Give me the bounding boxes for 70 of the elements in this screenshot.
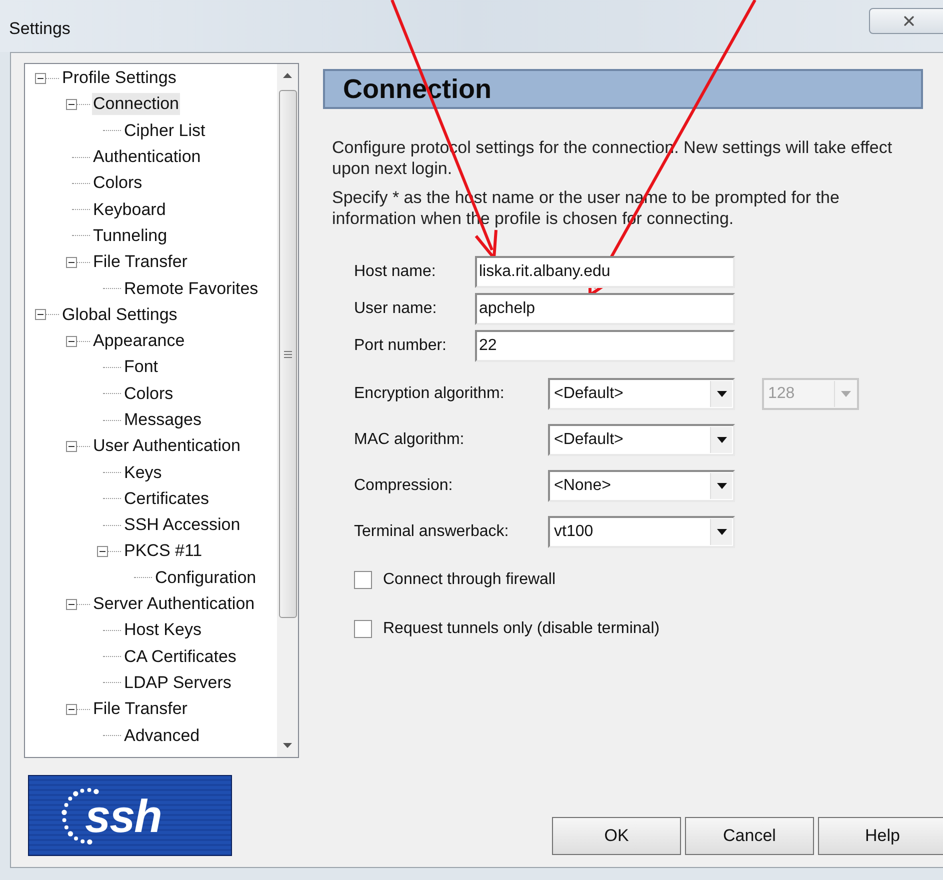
field-label: Terminal answerback: (353, 522, 510, 542)
field-label: MAC algorithm: (353, 430, 466, 450)
scroll-down-icon (283, 743, 292, 748)
tree-item[interactable]: Remote Favorites (123, 278, 260, 300)
dropdown-value: vt100 (554, 522, 594, 542)
field-label: Host name: (353, 262, 437, 282)
dropdown[interactable]: <Default> (548, 378, 735, 410)
field-label: Encryption algorithm: (353, 384, 506, 404)
tree-item[interactable]: Tunneling (92, 224, 168, 247)
close-button[interactable] (869, 8, 943, 34)
tree-item[interactable]: Configuration (154, 566, 258, 589)
tree-item[interactable]: Messages (123, 409, 202, 431)
collapse-icon[interactable] (66, 336, 77, 347)
close-icon (901, 13, 917, 29)
tree-item[interactable]: Server Authentication (92, 593, 256, 616)
logo-text: ssh (85, 792, 162, 838)
tree-item[interactable]: File Transfer (92, 698, 188, 720)
collapse-icon[interactable] (66, 440, 77, 452)
collapse-icon[interactable] (35, 309, 46, 320)
dropdown-value: 128 (768, 384, 796, 404)
tree-item[interactable]: Global Settings (61, 304, 178, 326)
tree-item[interactable]: Connection (92, 93, 180, 116)
field-label: Port number: (353, 336, 448, 356)
dropdown-value: <Default> (554, 430, 624, 450)
tree-item[interactable]: Host Keys (123, 619, 202, 642)
tree-item[interactable]: Advanced (123, 724, 201, 747)
checkbox-label: Request tunnels only (disable terminal) (383, 619, 660, 639)
collapse-icon[interactable] (35, 72, 46, 84)
field-label: User name: (353, 299, 438, 319)
dialog-button[interactable]: Cancel (685, 817, 814, 855)
dropdown[interactable]: vt100 (548, 516, 735, 548)
collapse-icon[interactable] (66, 704, 77, 715)
scroll-up-icon (283, 73, 292, 78)
tree-item[interactable]: Keys (123, 462, 163, 484)
tree-item[interactable]: Keyboard (92, 198, 167, 221)
collapse-icon[interactable] (66, 98, 77, 110)
tree-item[interactable]: Colors (92, 172, 144, 194)
dropdown-value: <None> (554, 476, 612, 496)
dropdown[interactable]: <None> (548, 470, 735, 502)
tree-item[interactable]: CA Certificates (123, 646, 238, 668)
tree-item[interactable]: Cipher List (123, 120, 206, 142)
checkbox[interactable] (354, 571, 372, 589)
input-field[interactable]: 22 (475, 330, 735, 362)
input-field[interactable]: liska.rit.albany.edu (475, 256, 735, 288)
grip-icon (284, 350, 292, 358)
input-field[interactable]: apchelp (475, 293, 735, 325)
tree-item[interactable]: Font (123, 356, 160, 378)
tree-item[interactable]: PKCS #11 (123, 540, 204, 562)
scrollbar-thumb[interactable] (278, 90, 296, 618)
tree-item[interactable]: Certificates (123, 488, 210, 510)
tree-item[interactable]: Profile Settings (61, 67, 178, 90)
field-label: Compression: (353, 476, 454, 496)
window-title: Settings (9, 18, 70, 40)
checkbox-label: Connect through firewall (383, 570, 556, 590)
collapse-icon[interactable] (97, 546, 108, 557)
tree-item[interactable]: LDAP Servers (123, 672, 232, 694)
dropdown-value: <Default> (554, 384, 624, 404)
collapse-icon[interactable] (66, 256, 77, 268)
tree-item[interactable]: SSH Accession (123, 514, 242, 536)
dropdown[interactable]: <Default> (548, 424, 735, 456)
checkbox[interactable] (354, 620, 372, 638)
tree-item[interactable]: File Transfer (92, 251, 188, 274)
collapse-icon[interactable] (66, 598, 77, 610)
dialog-button[interactable]: OK (552, 817, 681, 855)
tree-item[interactable]: Appearance (92, 330, 186, 352)
dialog-button[interactable]: Help (818, 817, 943, 855)
tree-item[interactable]: Authentication (92, 146, 202, 168)
tree-item[interactable]: Colors (123, 382, 174, 405)
tree-item[interactable]: User Authentication (92, 435, 242, 458)
scrollbar[interactable] (277, 64, 298, 757)
